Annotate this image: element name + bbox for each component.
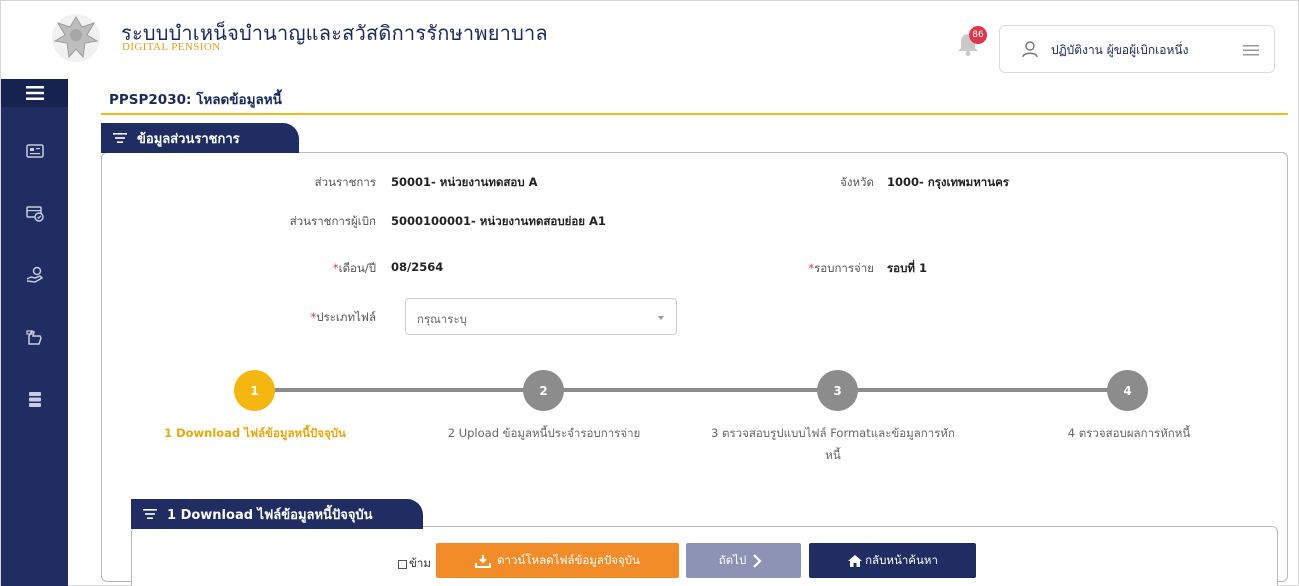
pay-round-label: *รอบการจ่าย <box>808 261 874 275</box>
step-4-label: 4 ตรวจสอบผลการหักหนี้ <box>1067 426 1191 440</box>
download-button[interactable]: ดาวน์โหลดไฟล์ข้อมูลปัจจุบัน <box>436 543 679 578</box>
month-year-label: *เดือน/ปี <box>332 261 376 275</box>
step-1-circle[interactable]: 1 <box>234 370 275 411</box>
skip-label: ข้าม <box>409 556 431 570</box>
back-to-search-button[interactable]: กลับหน้าค้นหา <box>809 543 976 578</box>
agency-value: 50001- หน่วยงานทดสอบ A <box>391 175 538 189</box>
step-connector <box>544 388 838 392</box>
user-icon <box>1022 41 1038 58</box>
next-button-label: ถัดไป <box>718 552 747 567</box>
disbursing-agency-value: 5000100001- หน่วยงานทดสอบย่อย A1 <box>391 214 606 228</box>
pay-round-value: รอบที่ 1 <box>887 261 927 275</box>
next-button[interactable]: ถัดไป <box>686 543 801 578</box>
download-tab: 1 Download ไฟล์ข้อมูลหนี้ปัจจุบัน <box>131 499 423 529</box>
app-window: ระบบบำเหน็จบำนาญและสวัสดิการรักษาพยาบาล … <box>0 0 1299 586</box>
agency-info-tab: ข้อมูลส่วนราชการ <box>101 123 299 153</box>
filter-lines-icon <box>143 509 157 519</box>
sidebar-item-card[interactable] <box>1 131 68 171</box>
sidebar-item-money[interactable] <box>1 255 68 295</box>
user-name: ปฏิบัติงาน ผู้ขอผู้เบิกเอหนึ่ง <box>1051 43 1189 57</box>
hand-coin-icon <box>25 330 42 345</box>
ticket-icon <box>25 206 44 222</box>
sidebar-item-hand[interactable] <box>1 317 68 357</box>
menu-icon <box>25 86 44 100</box>
checkbox-box[interactable] <box>398 559 407 569</box>
user-menu-box[interactable]: ปฏิบัติงาน ผู้ขอผู้เบิกเอหนึ่ง <box>999 25 1275 73</box>
step-1-label: 1 Download ไฟล์ข้อมูลหนี้ปัจจุบัน <box>164 426 346 440</box>
notification-badge: 86 <box>969 26 987 44</box>
step-connector <box>255 388 545 392</box>
step-3-label: 3 ตรวจสอบรูปแบบไฟล์ Formatและข้อมูลการหั… <box>711 426 955 462</box>
download-icon <box>475 554 492 568</box>
title-divider <box>101 113 1288 115</box>
file-type-label: *ประเภทไฟล์ <box>310 310 376 324</box>
step-4-circle[interactable]: 4 <box>1107 370 1148 411</box>
step-2-label: 2 Upload ข้อมูลหนี้ประจำรอบการจ่าย <box>447 426 641 440</box>
stack-icon <box>28 392 41 407</box>
province-value: 1000- กรุงเทพมหานคร <box>887 175 1009 189</box>
agency-label: ส่วนราชการ <box>314 175 376 189</box>
page-title: PPSP2030: โหลดข้อมูลหนี้ <box>109 92 282 108</box>
home-icon <box>848 554 863 567</box>
filter-lines-icon <box>113 133 127 143</box>
sidebar-item-stack[interactable] <box>1 379 68 419</box>
chevron-down-icon <box>658 316 664 320</box>
file-type-select[interactable]: กรุณาระบุ <box>405 298 677 335</box>
top-header: ระบบบำเหน็จบำนาญและสวัสดิการรักษาพยาบาล … <box>1 1 1298 79</box>
agency-info-tab-label: ข้อมูลส่วนราชการ <box>137 131 240 147</box>
hamburger-icon[interactable] <box>1242 42 1260 58</box>
back-to-search-label: กลับหน้าค้นหา <box>865 552 938 567</box>
province-label: จังหวัด <box>840 175 874 189</box>
step-2-circle[interactable]: 2 <box>523 370 564 411</box>
sidebar-toggle[interactable] <box>1 79 68 107</box>
skip-checkbox[interactable]: ข้าม <box>398 555 431 573</box>
download-tab-label: 1 Download ไฟล์ข้อมูลหนี้ปัจจุบัน <box>167 507 373 523</box>
garuda-logo <box>52 14 100 62</box>
sidebar <box>1 79 68 586</box>
step-3-circle[interactable]: 3 <box>817 370 858 411</box>
month-year-value: 08/2564 <box>391 260 444 274</box>
app-subtitle: DIGITAL PENSION <box>122 41 221 53</box>
file-type-placeholder: กรุณาระบุ <box>417 312 467 326</box>
sidebar-item-ticket[interactable] <box>1 193 68 233</box>
chevron-right-icon <box>753 553 762 568</box>
card-icon <box>25 144 44 158</box>
disbursing-agency-label: ส่วนราชการผู้เบิก <box>289 214 376 228</box>
download-button-label: ดาวน์โหลดไฟล์ข้อมูลปัจจุบัน <box>497 552 640 567</box>
step-connector <box>838 388 1128 392</box>
money-hand-icon <box>26 266 43 283</box>
